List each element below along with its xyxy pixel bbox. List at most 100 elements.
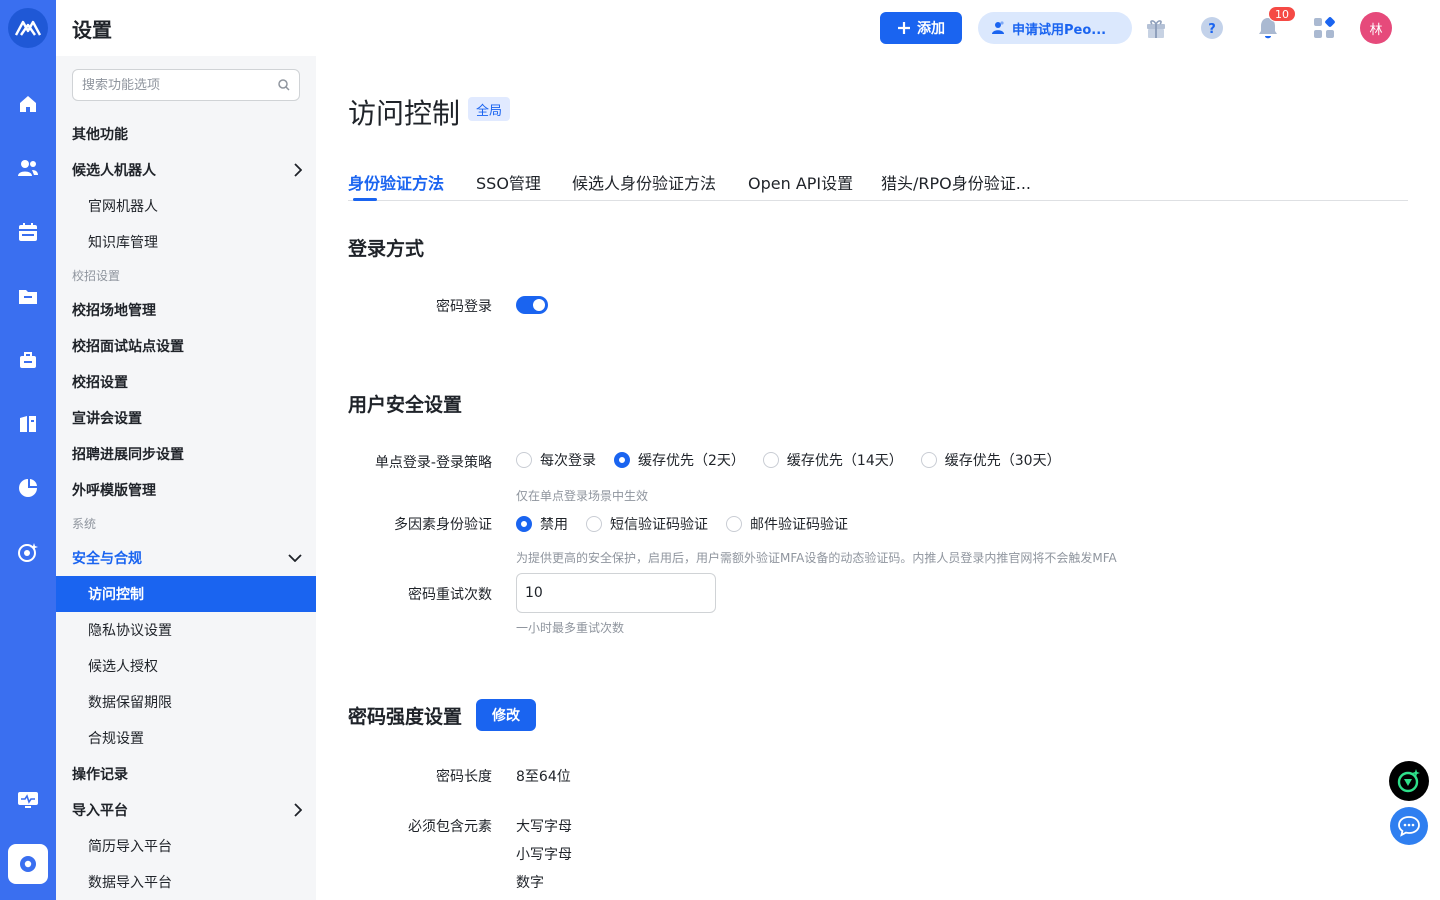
home-icon[interactable] [12,88,44,120]
gift-icon[interactable] [1142,14,1170,42]
sidebar-item-resume-import[interactable]: 简历导入平台 [56,828,316,864]
sidebar-item-label: 数据导入平台 [88,875,172,891]
sidebar-item-label: 校招设置 [72,375,128,391]
main-content: 访问控制 全局 身份验证方法 SSO管理 候选人身份验证方法 Open API设… [316,56,1440,900]
security-section-title: 用户安全设置 [348,394,463,416]
settings-sidebar: 其他功能 候选人机器人 官网机器人 知识库管理 校招设置 校招场地管理 校招面试… [56,56,316,900]
sidebar-item-outbound-call-templates[interactable]: 外呼模版管理 [56,472,316,508]
password-length-value: 8至64位 [516,769,571,785]
sso-policy-radio-group: 每次登录 缓存优先（2天） 缓存优先（14天） 缓存优先（30天） [516,450,1079,470]
sidebar-item-campus-venue[interactable]: 校招场地管理 [56,292,316,328]
sidebar-item-knowledge-base[interactable]: 知识库管理 [56,224,316,260]
chevron-right-icon [294,163,302,177]
mfa-option-sms[interactable]: 短信验证码验证 [586,514,708,534]
sidebar-item-progress-sync[interactable]: 招聘进展同步设置 [56,436,316,472]
tab-open-api[interactable]: Open API设置 [748,170,853,194]
login-section-title: 登录方式 [348,238,425,260]
sso-option-cache-2d[interactable]: 缓存优先（2天） [614,450,745,470]
ai-sparkle-icon [1397,769,1420,793]
radio-label: 每次登录 [540,453,596,469]
sidebar-item-website-bot[interactable]: 官网机器人 [56,188,316,224]
sidebar-item-data-import[interactable]: 数据导入平台 [56,864,316,900]
chevron-down-icon [288,554,302,562]
app-logo[interactable] [8,8,48,48]
sidebar-item-candidate-bot[interactable]: 候选人机器人 [56,152,316,188]
briefcase-icon[interactable] [12,344,44,376]
help-icon[interactable]: ? [1198,14,1226,42]
edit-password-strength-button[interactable]: 修改 [476,699,536,731]
tab-bar: 身份验证方法 SSO管理 候选人身份验证方法 Open API设置 猎头/RPO… [348,164,1408,201]
sidebar-item-campus-interview-site[interactable]: 校招面试站点设置 [56,328,316,364]
sidebar-item-label: 导入平台 [72,803,128,819]
mfa-option-email[interactable]: 邮件验证码验证 [726,514,848,534]
sidebar-item-other-features[interactable]: 其他功能 [56,116,316,152]
sidebar-group-label: 系统 [72,516,97,531]
sidebar-item-label: 简历导入平台 [88,839,172,855]
user-avatar[interactable]: 林 [1360,12,1392,44]
logo-mark-icon [15,20,41,36]
radio-label: 邮件验证码验证 [750,517,848,533]
top-header: 设置 添加 申请试用Peo... ? 10 林 [56,0,1440,56]
mfa-option-disabled[interactable]: 禁用 [516,514,568,534]
sso-option-cache-30d[interactable]: 缓存优先（30天） [920,450,1061,470]
tab-sso-management[interactable]: SSO管理 [476,170,541,194]
password-retry-input[interactable] [516,573,716,613]
radio-circle [516,452,532,468]
sidebar-item-label: 外呼模版管理 [72,483,156,499]
user-badge-icon [992,21,1004,34]
sidebar-item-access-control[interactable]: 访问控制 [56,576,316,612]
ai-assistant-button[interactable] [1389,761,1429,801]
settings-nav-button[interactable] [8,844,48,884]
tab-headhunter-auth[interactable]: 猎头/RPO身份验证... [881,170,1031,194]
book-icon[interactable] [12,408,44,440]
sidebar-item-import-platform[interactable]: 导入平台 [56,792,316,828]
add-button[interactable]: 添加 [880,12,962,44]
plus-icon [898,22,910,34]
required-element-item: 数字 [516,875,544,891]
radio-label: 短信验证码验证 [610,517,708,533]
pie-chart-icon[interactable] [12,472,44,504]
password-retry-label: 密码重试次数 [408,587,492,603]
sidebar-item-privacy-agreement[interactable]: 隐私协议设置 [56,612,316,648]
radio-label: 缓存优先（30天） [944,453,1061,469]
page-title: 访问控制 [348,97,461,130]
folder-icon[interactable] [12,280,44,312]
sidebar-item-compliance-settings[interactable]: 合规设置 [56,720,316,756]
chat-bubble-icon [1398,816,1420,837]
radio-circle [920,452,937,468]
mfa-hint: 为提供更高的安全保护，启用后，用户需额外验证MFA设备的动态验证码。内推人员登录… [516,551,1117,565]
sso-option-cache-14d[interactable]: 缓存优先（14天） [762,450,903,470]
sidebar-item-data-retention[interactable]: 数据保留期限 [56,684,316,720]
apps-grid-icon[interactable] [1310,14,1338,42]
sidebar-item-label: 知识库管理 [88,235,158,251]
sidebar-item-campus-settings[interactable]: 校招设置 [56,364,316,400]
sidebar-item-label: 数据保留期限 [88,695,172,711]
sidebar-item-security-compliance[interactable]: 安全与合规 [56,540,316,576]
trial-request-button[interactable]: 申请试用Peo... [978,12,1132,44]
app-rail [0,0,56,900]
people-icon[interactable] [12,152,44,184]
sidebar-item-candidate-authorization[interactable]: 候选人授权 [56,648,316,684]
sidebar-item-operation-log[interactable]: 操作记录 [56,756,316,792]
search-input[interactable] [82,77,262,93]
page-header-title: 设置 [72,18,112,42]
settings-icon [20,856,36,872]
tab-auth-methods[interactable]: 身份验证方法 [348,170,444,194]
mfa-label: 多因素身份验证 [394,517,492,533]
sidebar-search[interactable] [72,69,300,101]
ai-target-icon[interactable] [12,536,44,568]
monitor-icon[interactable] [12,784,44,816]
radio-circle [726,516,742,532]
sidebar-item-seminar-settings[interactable]: 宣讲会设置 [56,400,316,436]
sso-option-every-login[interactable]: 每次登录 [516,450,596,470]
calendar-icon[interactable] [12,216,44,248]
svg-text:?: ? [1208,22,1216,37]
sidebar-item-label: 宣讲会设置 [72,411,142,427]
sidebar-item-label: 合规设置 [88,731,144,747]
required-element-item: 小写字母 [516,847,572,863]
tab-candidate-auth[interactable]: 候选人身份验证方法 [572,170,716,194]
password-login-toggle[interactable] [516,296,548,314]
sidebar-item-label: 隐私协议设置 [88,623,172,639]
chat-support-button[interactable] [1390,807,1428,845]
radio-circle [516,516,532,532]
